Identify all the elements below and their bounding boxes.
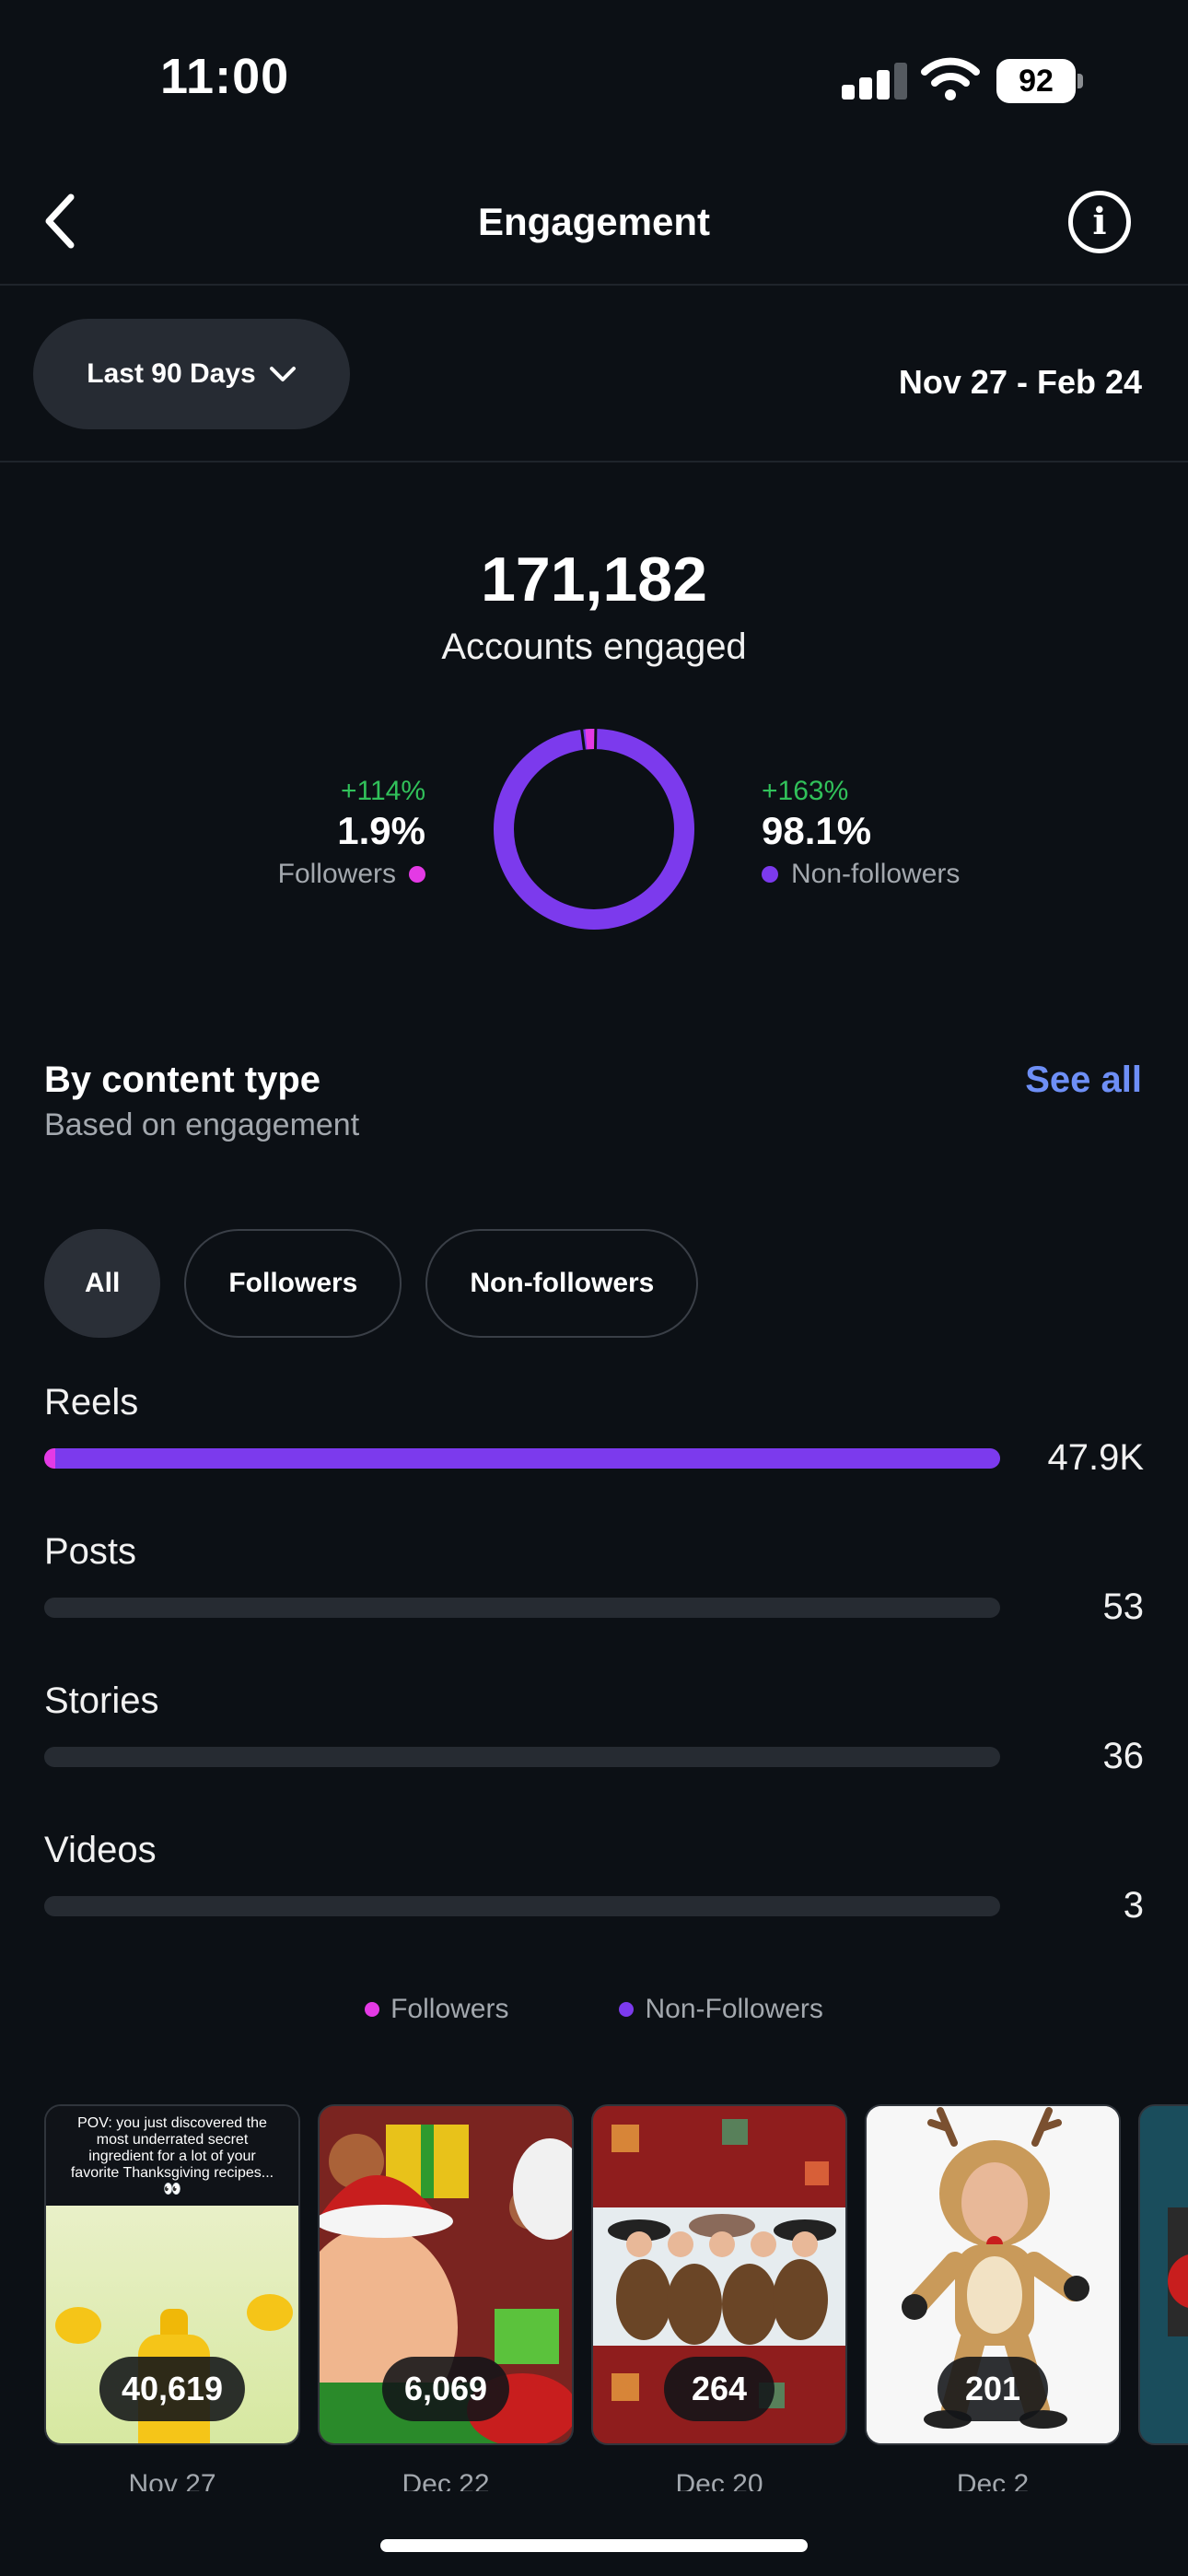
post-thumbnail[interactable]: POV: you just discovered the most underr… [44, 2104, 300, 2445]
post-caption: POV: you just discovered the most underr… [46, 2106, 298, 2206]
home-indicator[interactable] [380, 2539, 808, 2552]
date-range-text: Nov 27 - Feb 24 [898, 363, 1142, 401]
cellular-signal-icon [842, 63, 907, 100]
content-bar-track [44, 1448, 1000, 1469]
status-bar: 11:00 92 [0, 0, 1188, 161]
followers-stat: +114% 1.9% Followers [278, 776, 425, 890]
battery-level: 92 [996, 59, 1076, 103]
audience-filter-chips: All Followers Non-followers [44, 1229, 699, 1338]
legend-followers-label: Followers [390, 1994, 509, 2024]
legend-nonfollowers-dot-icon [619, 2002, 635, 2017]
legend-nonfollowers-label: Non-Followers [645, 1994, 823, 2024]
content-row-label: Reels [44, 1382, 139, 1423]
content-bar-track [44, 1747, 1000, 1767]
content-row-value: 53 [1102, 1587, 1145, 1627]
engagement-donut-chart [494, 728, 694, 930]
content-row-reels[interactable]: Reels 47.9K [44, 1382, 1144, 1478]
legend-followers: Followers [365, 1994, 508, 2025]
see-all-link[interactable]: See all [1025, 1060, 1142, 1101]
post-count: 201 [938, 2357, 1048, 2421]
post-count: 40,619 [99, 2357, 246, 2421]
content-row-posts[interactable]: Posts 53 [44, 1531, 1144, 1627]
followers-label-row: Followers [278, 859, 425, 890]
nonfollowers-dot-icon [762, 866, 778, 883]
chip-non-followers[interactable]: Non-followers [425, 1229, 699, 1338]
post-date: Dec 2 [956, 2469, 1030, 2491]
bar-followers-segment [44, 1448, 56, 1469]
nonfollowers-change: +163% [762, 776, 849, 806]
post-count: 264 [664, 2357, 775, 2421]
content-row-value: 36 [1102, 1736, 1145, 1776]
content-row-label: Videos [44, 1830, 157, 1870]
nonfollowers-stat: +163% 98.1% Non-followers [762, 776, 960, 890]
date-range-dropdown-label: Last 90 Days [87, 358, 256, 389]
bar-nonfollowers-segment [55, 1448, 1000, 1469]
info-glyph: i [1092, 200, 1107, 243]
chevron-down-icon [269, 367, 296, 381]
post-thumbnail[interactable]: 201 [865, 2104, 1121, 2445]
nav-header: Engagement i [0, 161, 1188, 286]
content-type-subtitle: Based on engagement [44, 1107, 360, 1142]
wifi-icon [921, 57, 980, 100]
info-icon[interactable]: i [1068, 191, 1131, 253]
accounts-engaged-count: 171,182 [481, 544, 707, 615]
followers-percent: 1.9% [337, 809, 425, 852]
followers-label: Followers [277, 859, 396, 889]
content-row-label: Stories [44, 1680, 159, 1721]
content-row-label: Posts [44, 1531, 137, 1572]
engagement-screen: 11:00 92 Engagement i Last 90 Days Nov 2… [0, 0, 1188, 2576]
top-posts-carousel: POV: you just discovered the most underr… [44, 2104, 1188, 2454]
legend-followers-dot-icon [365, 2002, 380, 2017]
content-type-title: By content type [44, 1060, 321, 1100]
content-bar-track [44, 1896, 1000, 1916]
post-thumbnail[interactable]: 6,069 [318, 2104, 574, 2445]
accounts-engaged-label: Accounts engaged [441, 626, 747, 667]
content-row-stories[interactable]: Stories 36 [44, 1680, 1144, 1776]
post-date: Dec 20 [675, 2469, 763, 2491]
nonfollowers-label-row: Non-followers [762, 859, 960, 890]
content-bar-track [44, 1598, 1000, 1618]
nonfollowers-label: Non-followers [791, 859, 961, 889]
chip-all[interactable]: All [44, 1229, 161, 1338]
content-row-value: 3 [1123, 1885, 1144, 1926]
content-row-value: 47.9K [1047, 1437, 1144, 1478]
chip-followers[interactable]: Followers [184, 1229, 402, 1338]
page-title: Engagement [477, 200, 711, 243]
filter-row: Last 90 Days Nov 27 - Feb 24 [0, 286, 1188, 463]
content-row-videos[interactable]: Videos 3 [44, 1830, 1144, 1926]
donut-nonfollowers-arc [494, 729, 694, 930]
nonfollowers-percent: 98.1% [762, 809, 872, 852]
post-date: Nov 27 [128, 2469, 216, 2491]
followers-change: +114% [340, 776, 425, 806]
chart-legend: Followers Non-Followers [0, 1994, 1188, 2025]
legend-nonfollowers: Non-Followers [619, 1994, 823, 2025]
followers-dot-icon [409, 866, 425, 883]
battery-icon: 92 [996, 59, 1083, 103]
post-thumbnail[interactable] [1138, 2104, 1188, 2445]
post-date: Dec 22 [402, 2469, 490, 2491]
status-time: 11:00 [160, 49, 290, 104]
post-count: 6,069 [381, 2357, 510, 2421]
post-thumbnail[interactable]: 264 [591, 2104, 847, 2445]
post-image-partial [1140, 2106, 1188, 2443]
date-range-dropdown[interactable]: Last 90 Days [33, 319, 350, 429]
